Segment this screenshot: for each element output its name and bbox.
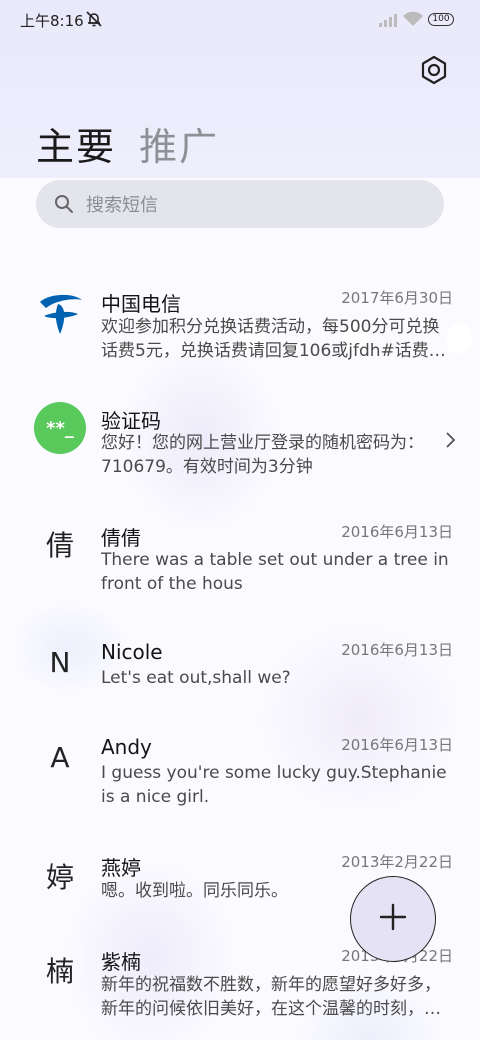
plus-icon xyxy=(378,902,408,936)
conversation-name: 燕婷 xyxy=(101,856,141,880)
battery-icon: 100 xyxy=(428,13,454,26)
status-bar: 上午8:16 100 xyxy=(0,0,480,40)
search-icon xyxy=(54,194,74,218)
conversation-item[interactable]: 中国电信 2017年6月30日 欢迎参加积分兑换话费活动，每500分可兑换话费5… xyxy=(0,276,480,392)
conversation-date: 2016年6月13日 xyxy=(341,641,453,659)
conversation-item[interactable]: **_ 验证码 您好！您的网上营业厅登录的随机密码为：710679。有效时间为3… xyxy=(0,393,480,509)
new-message-button[interactable] xyxy=(350,876,436,962)
conversation-item[interactable]: A Andy 2016年6月13日 I guess you're some lu… xyxy=(0,723,480,839)
tab-promotions[interactable]: 推广 xyxy=(139,116,219,171)
conversation-name: 验证码 xyxy=(101,409,161,433)
verification-avatar: **_ xyxy=(34,402,86,454)
conversation-preview: I guess you're some lucky guy.Stephanie … xyxy=(101,763,447,807)
china-telecom-logo-icon xyxy=(34,286,86,338)
mute-bell-icon xyxy=(84,10,104,32)
conversation-name: 中国电信 xyxy=(101,292,181,316)
conversation-name: 倩倩 xyxy=(101,526,141,550)
signal-icon xyxy=(378,12,398,32)
settings-gear-icon[interactable] xyxy=(418,54,450,86)
conversation-preview: There was a table set out under a tree i… xyxy=(101,550,449,594)
conversation-date: 2016年6月13日 xyxy=(341,523,453,541)
status-time: 上午8:16 xyxy=(20,12,84,30)
conversation-date: 2013年2月22日 xyxy=(341,853,453,871)
conversation-name: Andy xyxy=(101,735,152,759)
search-input[interactable] xyxy=(84,180,428,230)
wifi-icon xyxy=(402,11,424,31)
conversation-preview: 欢迎参加积分兑换话费活动，每500分可兑换话费5元，兑换话费请回复106或jfd… xyxy=(101,317,446,361)
contact-avatar: 楠 xyxy=(45,955,74,988)
conversation-date: 2016年6月13日 xyxy=(341,736,453,754)
tab-primary[interactable]: 主要 xyxy=(36,116,116,171)
conversation-preview: Let's eat out,shall we? xyxy=(101,668,291,688)
tab-bar: 主要 推广 xyxy=(36,116,237,171)
conversation-preview: 您好！您的网上营业厅登录的随机密码为：710679。有效时间为3分钟 xyxy=(101,433,424,477)
contact-avatar: 倩 xyxy=(45,529,74,562)
conversation-name: 紫楠 xyxy=(101,950,141,974)
conversation-name: Nicole xyxy=(101,640,163,664)
contact-avatar: A xyxy=(50,740,70,774)
chevron-right-icon[interactable] xyxy=(444,431,456,453)
conversation-preview: 新年的祝福数不胜数，新年的愿望好多好多，新年的问候依旧美好，在这个温馨的时刻，… xyxy=(101,975,441,1019)
conversation-date: 2017年6月30日 xyxy=(341,289,453,307)
search-bar[interactable] xyxy=(36,180,444,230)
contact-avatar: N xyxy=(49,645,71,679)
conversation-item[interactable]: 倩 倩倩 2016年6月13日 There was a table set ou… xyxy=(0,510,480,626)
contact-avatar: 婷 xyxy=(45,861,74,894)
